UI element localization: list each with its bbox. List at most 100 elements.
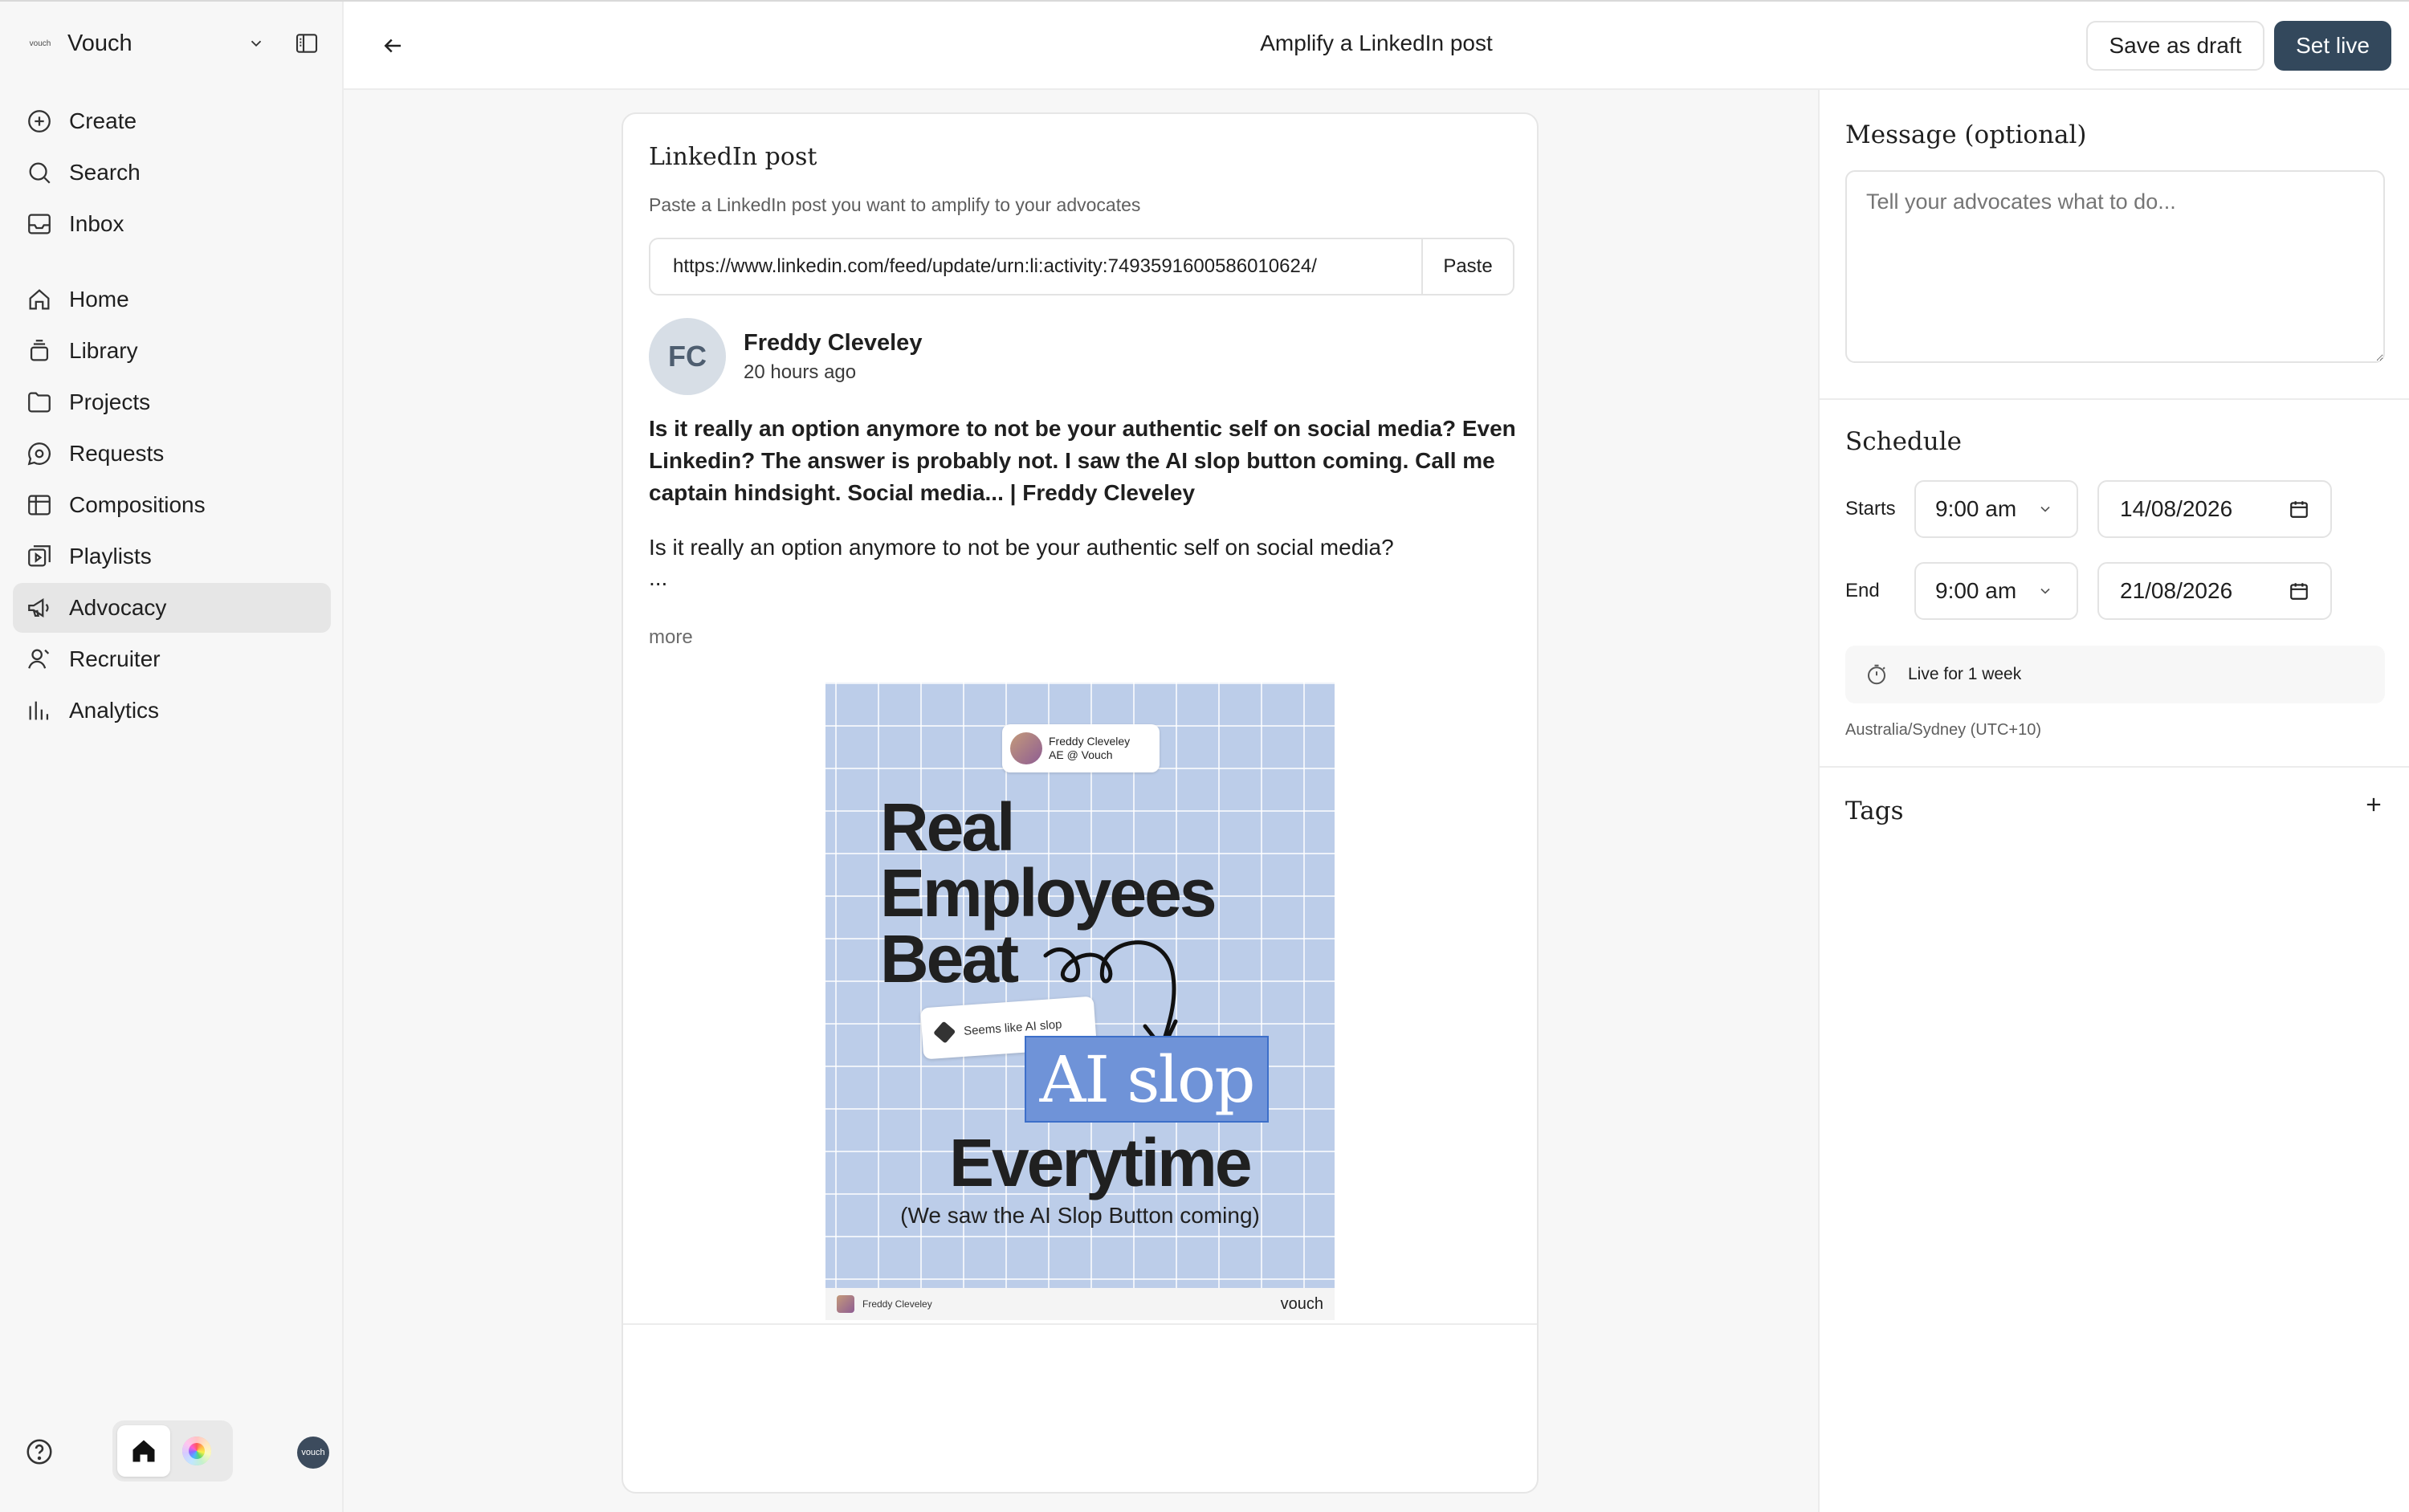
post-headline: Is it really an option anymore to not be… (649, 416, 1516, 505)
folder-icon (28, 392, 51, 413)
sidebar-item-label: Inbox (69, 211, 124, 236)
image-footer-name: Freddy Cleveley (862, 1298, 932, 1310)
settings-panel: Message (optional) Schedule Starts 9:00 … (1818, 90, 2409, 1512)
message-textarea[interactable] (1845, 170, 2385, 363)
plus-circle-icon (28, 110, 51, 132)
top-bar: Amplify a LinkedIn post Save as draft Se… (344, 2, 2409, 90)
workspace-switcher[interactable]: vouch Vouch (24, 26, 321, 61)
paste-button[interactable]: Paste (1421, 239, 1513, 294)
image-everytime: Everytime (949, 1125, 1253, 1200)
playlist-icon (28, 545, 51, 567)
megaphone-icon (28, 598, 49, 617)
post-url-input[interactable]: https://www.linkedin.com/feed/update/urn… (650, 255, 1421, 278)
mode-switcher (112, 1420, 233, 1481)
chevron-down-icon (2040, 588, 2050, 594)
inbox-icon (28, 214, 51, 234)
chevron-down-icon (2040, 506, 2050, 512)
stopwatch-icon (1868, 664, 1885, 685)
calendar-icon (2290, 583, 2308, 600)
warning-diamond-icon (933, 1021, 956, 1044)
app-window: vouch Vouch Create Search Inbox Home Lib… (0, 0, 2409, 1512)
search-icon (29, 162, 51, 184)
author-avatar: FC (649, 318, 726, 395)
sidebar-item-recruiter[interactable]: Recruiter (13, 634, 331, 684)
sidebar-item-create[interactable]: Create (13, 96, 331, 146)
add-tag-icon[interactable] (2359, 790, 2388, 819)
end-date-value: 21/08/2026 (2120, 578, 2233, 603)
sidebar-item-label: Recruiter (69, 646, 161, 671)
library-icon (30, 340, 49, 361)
sidebar-item-label: Compositions (69, 492, 206, 517)
card-divider (623, 1323, 1537, 1325)
image-caption: (We saw the AI Slop Button coming) (900, 1203, 1260, 1228)
more-link[interactable]: more (649, 626, 693, 649)
image-chip-role: AE @ Vouch (1049, 748, 1113, 761)
sidebar-toggle-icon[interactable] (292, 29, 321, 58)
sidebar-item-compositions[interactable]: Compositions (13, 480, 331, 530)
theme-mode-button[interactable] (170, 1425, 223, 1477)
end-time-select[interactable]: 9:00 am (1914, 562, 2078, 620)
sidebar-item-label: Playlists (69, 544, 152, 569)
main-area: Amplify a LinkedIn post Save as draft Se… (344, 2, 2409, 1512)
grid-icon (28, 495, 51, 516)
post-ellipsis: ... (649, 565, 668, 590)
person-icon (28, 649, 50, 669)
post-body: Is it really an option anymore to not be… (649, 535, 1394, 560)
start-time-select[interactable]: 9:00 am (1914, 480, 2078, 538)
timezone-label: Australia/Sydney (UTC+10) (1845, 721, 2041, 739)
sidebar-item-playlists[interactable]: Playlists (13, 532, 331, 581)
sidebar-item-label: Projects (69, 389, 151, 414)
start-time-value: 9:00 am (1935, 496, 2017, 521)
card-title: LinkedIn post (649, 143, 817, 171)
end-date-input[interactable]: 21/08/2026 (2097, 562, 2332, 620)
sidebar-footer: vouch (24, 1420, 329, 1483)
author-name: Freddy Cleveley (744, 329, 923, 356)
workspace-logo: vouch (29, 39, 51, 48)
image-footer-brand: vouch (1280, 1294, 1323, 1313)
sidebar-main-nav: Home Library Projects Requests Compositi… (13, 275, 331, 737)
help-icon[interactable] (24, 1437, 55, 1467)
image-chip-name: Freddy Cleveley (1049, 735, 1131, 748)
start-date-input[interactable]: 14/08/2026 (2097, 480, 2332, 538)
sidebar-item-analytics[interactable]: Analytics (13, 686, 331, 736)
sidebar-item-requests[interactable]: Requests (13, 429, 331, 479)
end-label: End (1845, 580, 1880, 601)
avatar[interactable]: vouch (297, 1437, 329, 1469)
sidebar-item-advocacy[interactable]: Advocacy (13, 583, 331, 633)
save-draft-button[interactable]: Save as draft (2086, 21, 2264, 71)
schedule-title: Schedule (1845, 427, 1962, 456)
start-date-value: 14/08/2026 (2120, 496, 2233, 521)
sidebar-item-label: Advocacy (69, 595, 167, 620)
sidebar-item-label: Search (69, 160, 141, 185)
home-icon (29, 289, 50, 310)
sidebar-top-nav: Create Search Inbox (13, 96, 331, 251)
set-live-button[interactable]: Set live (2274, 21, 2391, 71)
divider (1820, 766, 2409, 768)
sidebar-item-search[interactable]: Search (13, 148, 331, 198)
end-time-value: 9:00 am (1935, 578, 2017, 603)
sidebar-item-library[interactable]: Library (13, 326, 331, 376)
url-input-group: https://www.linkedin.com/feed/update/urn… (649, 238, 1514, 295)
sidebar-item-home[interactable]: Home (13, 275, 331, 324)
sidebar-item-label: Create (69, 108, 137, 133)
home-filled-icon (132, 1440, 155, 1462)
sidebar-item-label: Requests (69, 441, 165, 466)
post-author: FC Freddy Cleveley 20 hours ago (649, 318, 922, 395)
image-line-real: Real (880, 789, 1015, 865)
calendar-icon (2290, 501, 2308, 518)
linkedin-post-card: LinkedIn post Paste a LinkedIn post you … (622, 112, 1539, 1494)
image-line-employees: Employees (880, 855, 1217, 931)
duration-text: Live for 1 week (1908, 665, 2022, 683)
image-footer: Freddy Cleveley vouch (825, 1288, 1335, 1320)
home-mode-button[interactable] (117, 1425, 170, 1477)
chevron-down-icon[interactable] (243, 30, 270, 57)
sidebar-item-projects[interactable]: Projects (13, 377, 331, 427)
author-photo (837, 1295, 854, 1313)
post-time: 20 hours ago (744, 361, 857, 383)
message-title: Message (optional) (1845, 120, 2087, 149)
sidebar-item-label: Home (69, 287, 129, 312)
sidebar-item-inbox[interactable]: Inbox (13, 199, 331, 249)
tags-title: Tags (1845, 797, 1904, 825)
sidebar-item-label: Analytics (69, 698, 160, 723)
image-line-beat: Beat (880, 921, 1019, 996)
